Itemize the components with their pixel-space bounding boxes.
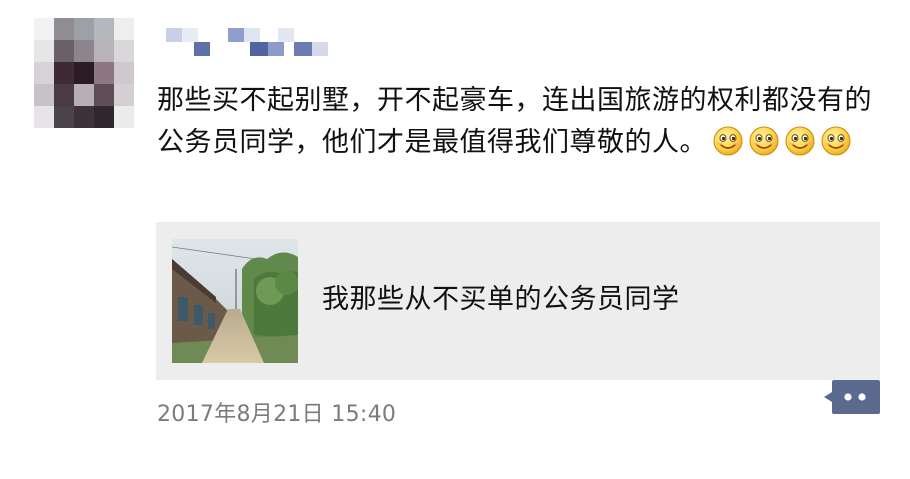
link-thumbnail: [172, 239, 298, 363]
rural-road-photo-icon: [172, 239, 298, 363]
smile-emoji-icon: [821, 126, 851, 156]
post-text: 那些买不起别墅，开不起豪车，连出国旅游的权利都没有的公务员同学，他们才是最值得我…: [157, 80, 877, 164]
username-pixel: [312, 42, 328, 56]
username-pixel: [250, 42, 268, 56]
avatar-pixel: [74, 18, 94, 40]
post-timestamp: 2017年8月21日 15:40: [157, 402, 397, 427]
avatar-pixel: [54, 62, 74, 84]
comment-button[interactable]: [822, 378, 880, 416]
avatar-pixel: [114, 18, 134, 40]
username-pixel: [166, 28, 182, 42]
avatar-pixel: [34, 18, 54, 40]
username-pixel: [228, 28, 244, 42]
avatar-pixel: [94, 62, 114, 84]
avatar-pixel: [74, 62, 94, 84]
avatar[interactable]: [34, 18, 134, 128]
avatar-pixel: [34, 62, 54, 84]
avatar-pixel: [114, 106, 134, 128]
username-pixel: [278, 28, 294, 42]
avatar-pixel: [34, 106, 54, 128]
username-pixel: [182, 28, 198, 42]
avatar-pixel: [54, 40, 74, 62]
more-dots-icon: [824, 380, 880, 414]
smile-emoji-icon: [713, 126, 743, 156]
avatar-pixel: [94, 18, 114, 40]
avatar-pixel: [34, 40, 54, 62]
author-name-pixelated[interactable]: [166, 24, 356, 58]
username-pixel: [294, 42, 312, 56]
avatar-pixel: [54, 106, 74, 128]
avatar-pixel: [114, 84, 134, 106]
username-pixel: [268, 42, 284, 56]
avatar-pixel: [94, 106, 114, 128]
avatar-pixel: [34, 84, 54, 106]
avatar-pixel: [94, 84, 114, 106]
avatar-pixel: [54, 84, 74, 106]
smile-emoji-icon: [785, 126, 815, 156]
smile-emoji-icon: [749, 126, 779, 156]
avatar-pixel: [114, 62, 134, 84]
avatar-pixel: [54, 18, 74, 40]
shared-link-card[interactable]: 我那些从不买单的公务员同学: [156, 222, 880, 380]
avatar-pixel: [74, 40, 94, 62]
avatar-pixel: [94, 40, 114, 62]
avatar-pixel: [74, 84, 94, 106]
avatar-pixel: [74, 106, 94, 128]
username-pixel: [194, 42, 210, 56]
avatar-pixel: [114, 40, 134, 62]
link-card-title: 我那些从不买单的公务员同学: [322, 284, 680, 315]
username-pixel: [244, 28, 260, 42]
